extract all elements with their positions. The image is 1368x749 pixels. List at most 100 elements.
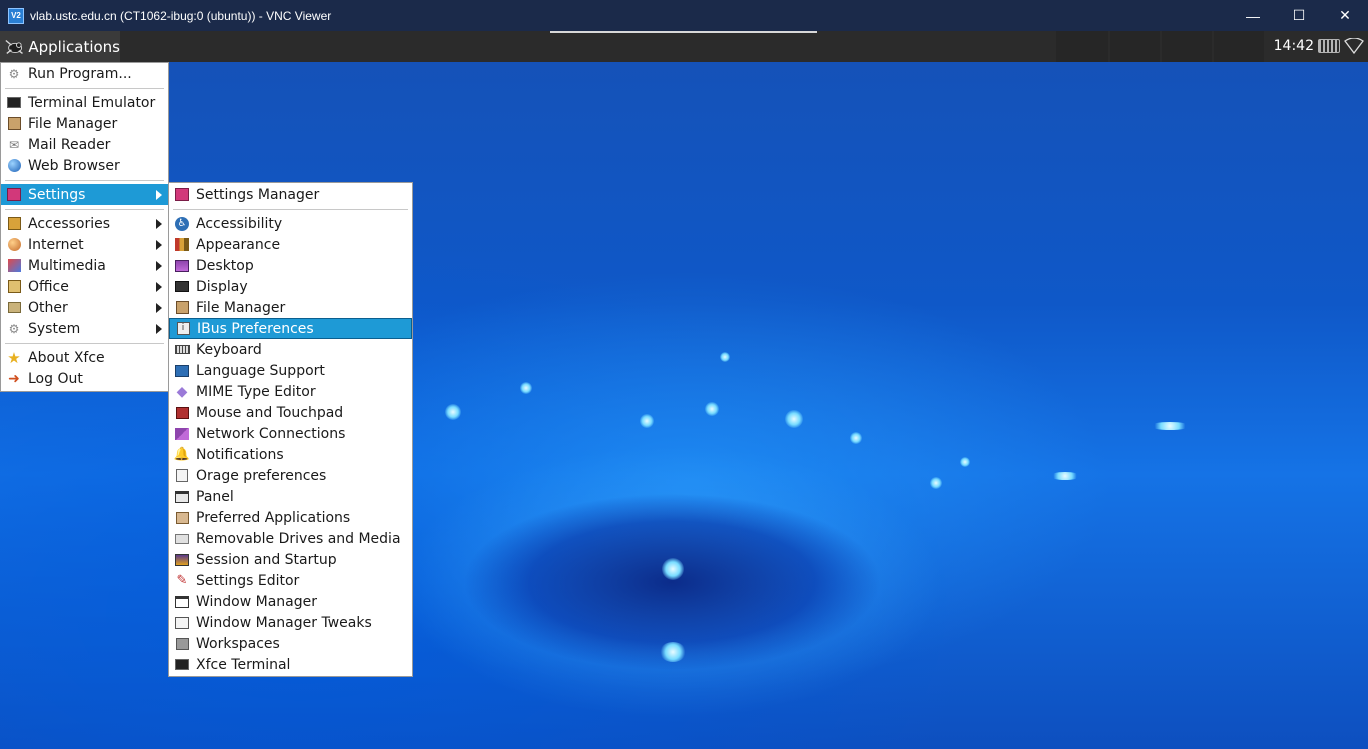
session-icon bbox=[174, 552, 190, 568]
menu-item-window-manager[interactable]: Window Manager bbox=[169, 591, 412, 612]
keyboard-icon bbox=[174, 342, 190, 358]
menu-item-preferred-applications[interactable]: Preferred Applications bbox=[169, 507, 412, 528]
star-icon: ★ bbox=[7, 348, 21, 367]
keyboard-icon[interactable] bbox=[1318, 39, 1340, 53]
menu-item-accessibility[interactable]: ♿ Accessibility bbox=[169, 213, 412, 234]
menu-item-system[interactable]: ⚙ System bbox=[1, 318, 168, 339]
menu-item-keyboard[interactable]: Keyboard bbox=[169, 339, 412, 360]
other-icon bbox=[6, 300, 22, 316]
menu-item-file-manager-settings[interactable]: File Manager bbox=[169, 297, 412, 318]
settings-manager-icon bbox=[174, 187, 190, 203]
window-controls: — ☐ ✕ bbox=[1230, 0, 1368, 31]
applications-menu-button[interactable]: Applications bbox=[0, 31, 120, 62]
menu-item-panel[interactable]: Panel bbox=[169, 486, 412, 507]
settings-icon bbox=[6, 187, 22, 203]
menu-item-settings-manager[interactable]: Settings Manager bbox=[169, 184, 412, 205]
bell-icon: 🔔 bbox=[173, 446, 191, 462]
workspace-button-2[interactable] bbox=[1110, 31, 1160, 62]
menu-item-terminal-emulator[interactable]: Terminal Emulator bbox=[1, 92, 168, 113]
menu-item-other[interactable]: Other bbox=[1, 297, 168, 318]
submenu-arrow-icon bbox=[156, 303, 162, 313]
terminal-icon bbox=[6, 95, 22, 111]
menu-item-display[interactable]: Display bbox=[169, 276, 412, 297]
globe-icon bbox=[6, 158, 22, 174]
menu-item-notifications[interactable]: 🔔 Notifications bbox=[169, 444, 412, 465]
submenu-arrow-icon bbox=[156, 261, 162, 271]
xfce-panel: Applications 14:42 bbox=[0, 31, 1368, 62]
menu-item-mouse-and-touchpad[interactable]: Mouse and Touchpad bbox=[169, 402, 412, 423]
menu-item-multimedia[interactable]: Multimedia bbox=[1, 255, 168, 276]
workspace-button-3[interactable] bbox=[1162, 31, 1212, 62]
window-manager-icon bbox=[174, 594, 190, 610]
minimize-button[interactable]: — bbox=[1230, 0, 1276, 31]
menu-item-session-and-startup[interactable]: Session and Startup bbox=[169, 549, 412, 570]
water-drop bbox=[705, 402, 719, 416]
workspaces-icon bbox=[174, 636, 190, 652]
submenu-arrow-icon bbox=[156, 324, 162, 334]
water-drop bbox=[1050, 472, 1080, 480]
workspace-button-4[interactable] bbox=[1214, 31, 1264, 62]
display-monitor-icon bbox=[174, 279, 190, 295]
menu-separator bbox=[5, 209, 164, 210]
terminal-icon bbox=[174, 657, 190, 673]
menu-item-ibus-preferences[interactable]: i IBus Preferences bbox=[169, 318, 412, 339]
menu-item-network-connections[interactable]: Network Connections bbox=[169, 423, 412, 444]
menu-separator bbox=[5, 88, 164, 89]
menu-item-mail-reader[interactable]: ✉ Mail Reader bbox=[1, 134, 168, 155]
submenu-arrow-icon bbox=[156, 282, 162, 292]
menu-item-internet[interactable]: Internet bbox=[1, 234, 168, 255]
panel-icon bbox=[174, 489, 190, 505]
menu-item-log-out[interactable]: ➜ Log Out bbox=[1, 368, 168, 389]
menu-separator bbox=[173, 209, 408, 210]
mime-diamond-icon: ◆ bbox=[176, 383, 188, 400]
water-drop bbox=[720, 352, 730, 362]
menu-item-about-xfce[interactable]: ★ About Xfce bbox=[1, 347, 168, 368]
menu-item-file-manager[interactable]: File Manager bbox=[1, 113, 168, 134]
water-drop bbox=[785, 410, 803, 428]
menu-item-language-support[interactable]: Language Support bbox=[169, 360, 412, 381]
desktop-icon bbox=[174, 258, 190, 274]
menu-item-workspaces[interactable]: Workspaces bbox=[169, 633, 412, 654]
settings-submenu: Settings Manager ♿ Accessibility Appeara… bbox=[168, 182, 413, 677]
xfce-mouse-icon bbox=[5, 39, 23, 54]
menu-item-accessories[interactable]: Accessories bbox=[1, 213, 168, 234]
menu-separator bbox=[5, 343, 164, 344]
menu-item-removable-drives-and-media[interactable]: Removable Drives and Media bbox=[169, 528, 412, 549]
language-icon bbox=[174, 363, 190, 379]
menu-item-office[interactable]: Office bbox=[1, 276, 168, 297]
network-icon bbox=[174, 426, 190, 442]
menu-separator bbox=[5, 180, 164, 181]
water-drop bbox=[850, 432, 862, 444]
water-drop bbox=[640, 414, 654, 428]
file-cabinet-icon bbox=[6, 116, 22, 132]
workspace-button-1[interactable] bbox=[1056, 31, 1108, 62]
menu-item-run-program[interactable]: ⚙ Run Program... bbox=[1, 63, 168, 84]
network-icon[interactable] bbox=[1344, 38, 1364, 54]
office-icon bbox=[6, 279, 22, 295]
close-button[interactable]: ✕ bbox=[1322, 0, 1368, 31]
menu-item-web-browser[interactable]: Web Browser bbox=[1, 155, 168, 176]
menu-item-appearance[interactable]: Appearance bbox=[169, 234, 412, 255]
accessibility-icon: ♿ bbox=[174, 216, 190, 232]
vnc-viewer-titlebar[interactable]: V2 vlab.ustc.edu.cn (CT1062-ibug:0 (ubun… bbox=[0, 0, 1368, 31]
settings-editor-icon: ✎ bbox=[176, 572, 188, 588]
menu-item-mime-type-editor[interactable]: ◆ MIME Type Editor bbox=[169, 381, 412, 402]
menu-item-xfce-terminal[interactable]: Xfce Terminal bbox=[169, 654, 412, 675]
file-cabinet-icon bbox=[174, 300, 190, 316]
menu-item-settings[interactable]: Settings bbox=[1, 184, 168, 205]
drive-icon bbox=[174, 531, 190, 547]
maximize-button[interactable]: ☐ bbox=[1276, 0, 1322, 31]
system-gear-icon: ⚙ bbox=[8, 321, 20, 336]
menu-item-window-manager-tweaks[interactable]: Window Manager Tweaks bbox=[169, 612, 412, 633]
menu-item-desktop[interactable]: Desktop bbox=[169, 255, 412, 276]
calendar-icon bbox=[174, 468, 190, 484]
submenu-arrow-icon bbox=[156, 190, 162, 200]
panel-clock[interactable]: 14:42 bbox=[1274, 31, 1314, 62]
menu-item-orage-preferences[interactable]: Orage preferences bbox=[169, 465, 412, 486]
menu-item-settings-editor[interactable]: ✎ Settings Editor bbox=[169, 570, 412, 591]
window-title: vlab.ustc.edu.cn (CT1062-ibug:0 (ubuntu)… bbox=[30, 8, 332, 23]
submenu-arrow-icon bbox=[156, 240, 162, 250]
multimedia-icon bbox=[6, 258, 22, 274]
accessories-icon bbox=[6, 216, 22, 232]
mouse-icon bbox=[174, 405, 190, 421]
